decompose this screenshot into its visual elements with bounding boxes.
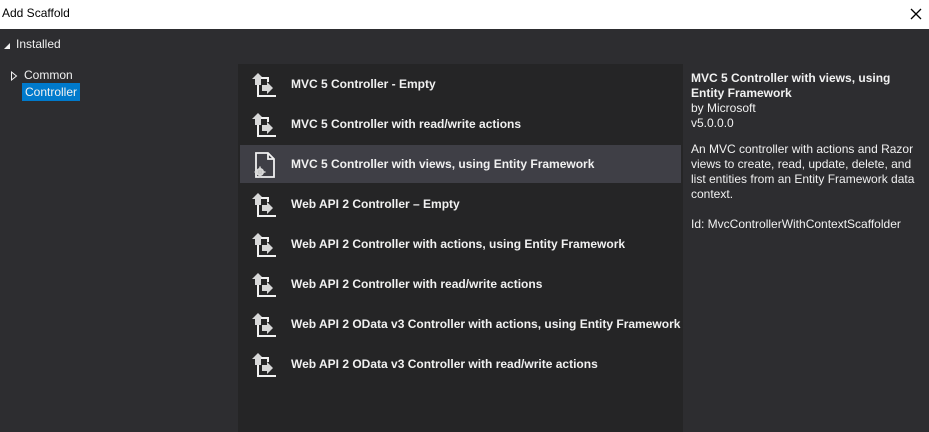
list-item[interactable]: Web API 2 Controller with read/write act… <box>240 265 681 303</box>
list-item[interactable]: Web API 2 OData v3 Controller with read/… <box>240 345 681 383</box>
list-item[interactable]: MVC 5 Controller with read/write actions <box>240 105 681 143</box>
list-item[interactable]: MVC 5 Controller - Empty <box>240 65 681 103</box>
list-item-label: Web API 2 Controller – Empty <box>291 197 460 211</box>
details-description: An MVC controller with actions and Razor… <box>691 142 915 201</box>
list-item[interactable]: Web API 2 OData v3 Controller with actio… <box>240 305 681 343</box>
list-item-label: MVC 5 Controller - Empty <box>291 77 436 91</box>
collapse-triangle-icon[interactable] <box>3 39 11 53</box>
controller-icon <box>249 230 279 260</box>
list-item-label: MVC 5 Controller with read/write actions <box>291 117 522 131</box>
controller-icon <box>249 310 279 340</box>
details-title: MVC 5 Controller with views, using Entit… <box>691 71 891 100</box>
installed-label: Installed <box>16 37 61 51</box>
list-item-label: MVC 5 Controller with views, using Entit… <box>291 157 595 171</box>
list-item[interactable]: Web API 2 Controller with actions, using… <box>240 225 681 263</box>
close-icon[interactable] <box>908 6 924 22</box>
tree-item-label: Common <box>24 68 73 82</box>
list-item-label: Web API 2 Controller with actions, using… <box>291 237 626 251</box>
list-item-label: Web API 2 OData v3 Controller with actio… <box>291 317 681 331</box>
controller-icon <box>249 350 279 380</box>
controller-icon <box>249 110 279 140</box>
controller-icon <box>249 190 279 220</box>
installed-node[interactable]: Installed <box>0 34 300 54</box>
list-item-label: Web API 2 OData v3 Controller with read/… <box>291 357 598 371</box>
list-item-selected[interactable]: MVC 5 Controller with views, using Entit… <box>240 145 681 183</box>
details-panel: MVC 5 Controller with views, using Entit… <box>691 71 927 232</box>
expand-triangle-icon[interactable] <box>10 70 18 84</box>
title-bar: Add Scaffold <box>0 0 929 29</box>
details-author: by Microsoft <box>691 101 756 115</box>
list-item[interactable]: Web API 2 Controller – Empty <box>240 185 681 223</box>
details-version: v5.0.0.0 <box>691 116 734 130</box>
category-tree: Common Controller <box>0 64 238 432</box>
window-title: Add Scaffold <box>2 6 70 20</box>
controller-icon <box>249 70 279 100</box>
list-item-label: Web API 2 Controller with read/write act… <box>291 277 543 291</box>
document-gear-icon <box>249 150 279 180</box>
details-id: Id: MvcControllerWithContextScaffolder <box>691 217 901 231</box>
tree-item-controller[interactable]: Controller <box>22 83 81 101</box>
scaffold-list: MVC 5 Controller - Empty MVC 5 Controlle… <box>238 64 683 432</box>
controller-icon <box>249 270 279 300</box>
